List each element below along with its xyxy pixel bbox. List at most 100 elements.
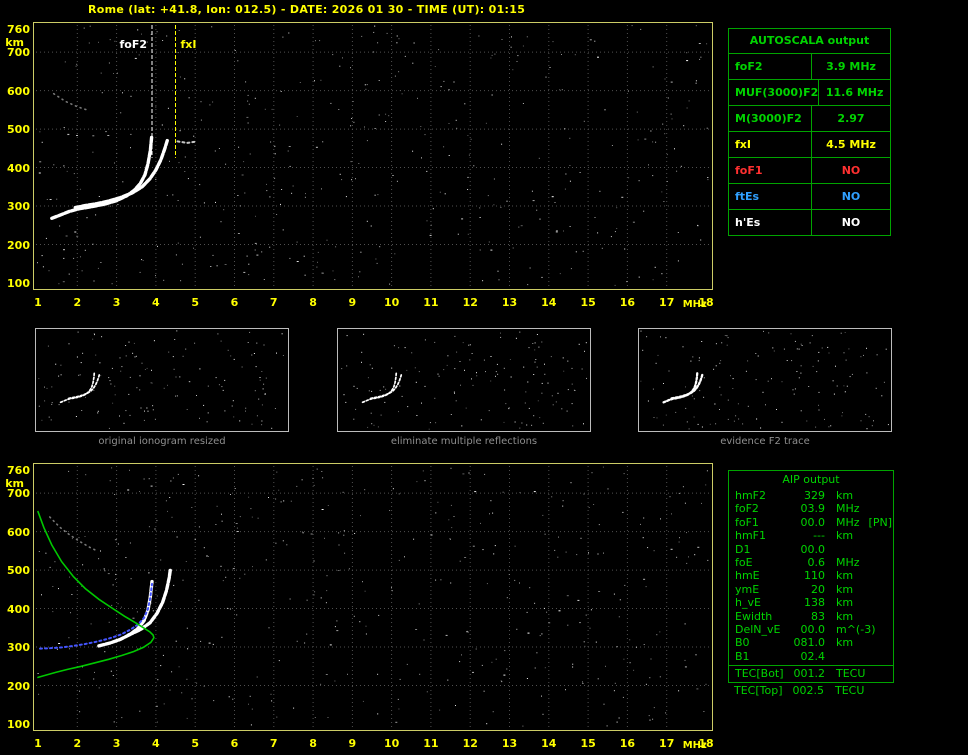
y-axis-tick-label: 300 <box>7 641 30 655</box>
x-axis-unit-label: MHz <box>682 299 707 310</box>
aip-row: hmF1 --- km <box>729 529 893 542</box>
thumbnail-caption: original ionogram resized <box>98 436 226 447</box>
x-axis-tick-label: 14 <box>541 737 557 750</box>
y-axis-tick-label: 200 <box>7 238 30 252</box>
aip-row-value: 001.2 <box>793 667 826 681</box>
aip-row-label: DelN_vE <box>735 622 781 636</box>
y-axis-tick-label: 760 <box>7 23 30 36</box>
autoscala-row-label: ftEs <box>735 190 760 203</box>
aip-separator <box>729 665 893 667</box>
ionogram-profile-canvas <box>36 466 710 728</box>
ionogram-plot: foF2 fxI <box>33 22 713 290</box>
aip-row-value: 03.9 <box>800 502 826 516</box>
aip-row: foF2 03.9 MHz <box>729 502 893 515</box>
y-axis-tick-label: 760 <box>7 464 30 477</box>
aip-row-value: 081.0 <box>793 636 826 650</box>
aip-row-label: B0 <box>735 636 750 650</box>
x-axis-tick-label: 12 <box>462 737 478 750</box>
autoscala-app-window: Rome (lat: +41.8, lon: 012.5) - DATE: 20… <box>0 0 968 755</box>
aip-row-tec-top: TEC[Top] 002.5 TECU <box>728 684 894 697</box>
aip-row-label: TEC[Bot] <box>735 667 784 681</box>
thumbnail-panel <box>638 328 892 432</box>
x-axis-tick-label: 5 <box>191 737 199 750</box>
x-axis-unit-label: MHz <box>682 740 707 751</box>
autoscala-row-label: h'Es <box>735 216 761 229</box>
autoscala-row-value: NO <box>811 210 890 235</box>
autoscala-row-label: fxI <box>735 138 751 151</box>
aip-row-unit: MHz <box>836 555 860 569</box>
y-axis-tick-label: 600 <box>7 525 30 539</box>
autoscala-row: M(3000)F2 2.97 <box>729 105 890 131</box>
autoscala-row-value: NO <box>811 184 890 209</box>
thumbnail-panel <box>337 328 591 432</box>
y-axis-tick-label: 100 <box>7 277 30 290</box>
aip-tec-top-row-holder: TEC[Top] 002.5 TECU <box>728 684 894 697</box>
aip-row: foE 0.6 MHz <box>729 556 893 569</box>
autoscala-output-panel: AUTOSCALA output foF2 3.9 MHz MUF(3000)F2 1… <box>728 28 891 236</box>
x-axis-tick-label: 2 <box>73 296 82 309</box>
autoscala-row-label: M(3000)F2 <box>735 112 802 125</box>
x-axis-tick-label: 6 <box>230 296 239 309</box>
x-axis-tick-label: 11 <box>423 296 439 309</box>
y-axis-tick-label: 400 <box>7 161 30 175</box>
aip-row-unit: TECU <box>836 667 866 681</box>
x-axis-tick-label: 3 <box>112 296 121 309</box>
x-axis-tick-label: 6 <box>230 737 239 750</box>
aip-row-unit: MHz <box>836 502 860 516</box>
aip-row-unit: km <box>836 582 854 596</box>
y-axis-tick-label: 500 <box>7 123 30 137</box>
x-axis-tick-label: 4 <box>152 737 160 750</box>
aip-row: Ewidth 83 km <box>729 610 893 623</box>
autoscala-row-value: 4.5 MHz <box>811 132 890 157</box>
thumbnail-panel <box>35 328 289 432</box>
aip-row-value: 83 <box>811 609 825 623</box>
y-axis-tick-label: 500 <box>7 564 30 578</box>
y-axis-tick-label: 400 <box>7 602 30 616</box>
autoscala-row-value: 11.6 MHz <box>818 80 890 105</box>
aip-row-label: hmE <box>735 569 760 583</box>
autoscala-row: h'Es NO <box>729 209 890 235</box>
aip-row-value: 138 <box>804 596 825 610</box>
y-axis-tick-label: 200 <box>7 679 30 693</box>
aip-row: h_vE 138 km <box>729 596 893 609</box>
thumbnail-caption: evidence F2 trace <box>720 436 810 447</box>
aip-row-label: h_vE <box>735 596 761 610</box>
autoscala-row-label: MUF(3000)F2 <box>735 86 819 99</box>
aip-row-label: Ewidth <box>735 609 773 623</box>
x-axis-tick-label: 16 <box>619 737 636 750</box>
aip-row: DelN_vE 00.0 m^(-3) <box>729 623 893 636</box>
aip-row-value: 002.5 <box>792 684 825 697</box>
aip-row-value: 329 <box>804 489 825 502</box>
x-axis-tick-label: 1 <box>34 737 42 750</box>
aip-row-label: hmF2 <box>735 489 767 502</box>
x-axis-tick-label: 12 <box>462 296 478 309</box>
aip-row-unit: km <box>836 609 854 623</box>
y-axis-tick-label: 700 <box>7 46 30 60</box>
aip-row-value: 00.0 <box>800 622 826 636</box>
ionogram-canvas: foF2 fxI <box>36 25 710 287</box>
autoscala-row-value: 3.9 MHz <box>811 54 890 79</box>
x-axis-tick-label: 15 <box>580 296 596 309</box>
x-axis-tick-label: 13 <box>501 296 518 309</box>
aip-row: D1 00.0 <box>729 543 893 556</box>
y-axis-tick-label: 600 <box>7 84 30 98</box>
x-axis-tick-label: 10 <box>383 737 400 750</box>
aip-row-value: 110 <box>804 569 825 583</box>
aip-row-value: 00.0 <box>800 515 826 529</box>
aip-row-label: foF2 <box>735 502 759 516</box>
aip-row-unit: MHz <box>836 515 860 529</box>
autoscala-panel-title: AUTOSCALA output <box>749 34 870 47</box>
aip-row-value: 20 <box>811 582 825 596</box>
x-axis-tick-label: 14 <box>541 296 557 309</box>
aip-panel-title: AIP output <box>782 473 840 486</box>
thumbnail-canvas <box>640 330 889 430</box>
y-axis-tick-label: 700 <box>7 487 30 501</box>
y-axis-tick-label: 300 <box>7 200 30 214</box>
x-axis-tick-label: 16 <box>619 296 636 309</box>
aip-row: B0 081.0 km <box>729 636 893 649</box>
ionogram-profile-plot <box>33 463 713 731</box>
thumbnail-caption: eliminate multiple reflections <box>390 436 538 447</box>
station-date-header: Rome (lat: +41.8, lon: 012.5) - DATE: 20… <box>88 3 526 16</box>
aip-row-label: D1 <box>735 542 751 556</box>
thumbnail-canvas <box>38 330 284 429</box>
